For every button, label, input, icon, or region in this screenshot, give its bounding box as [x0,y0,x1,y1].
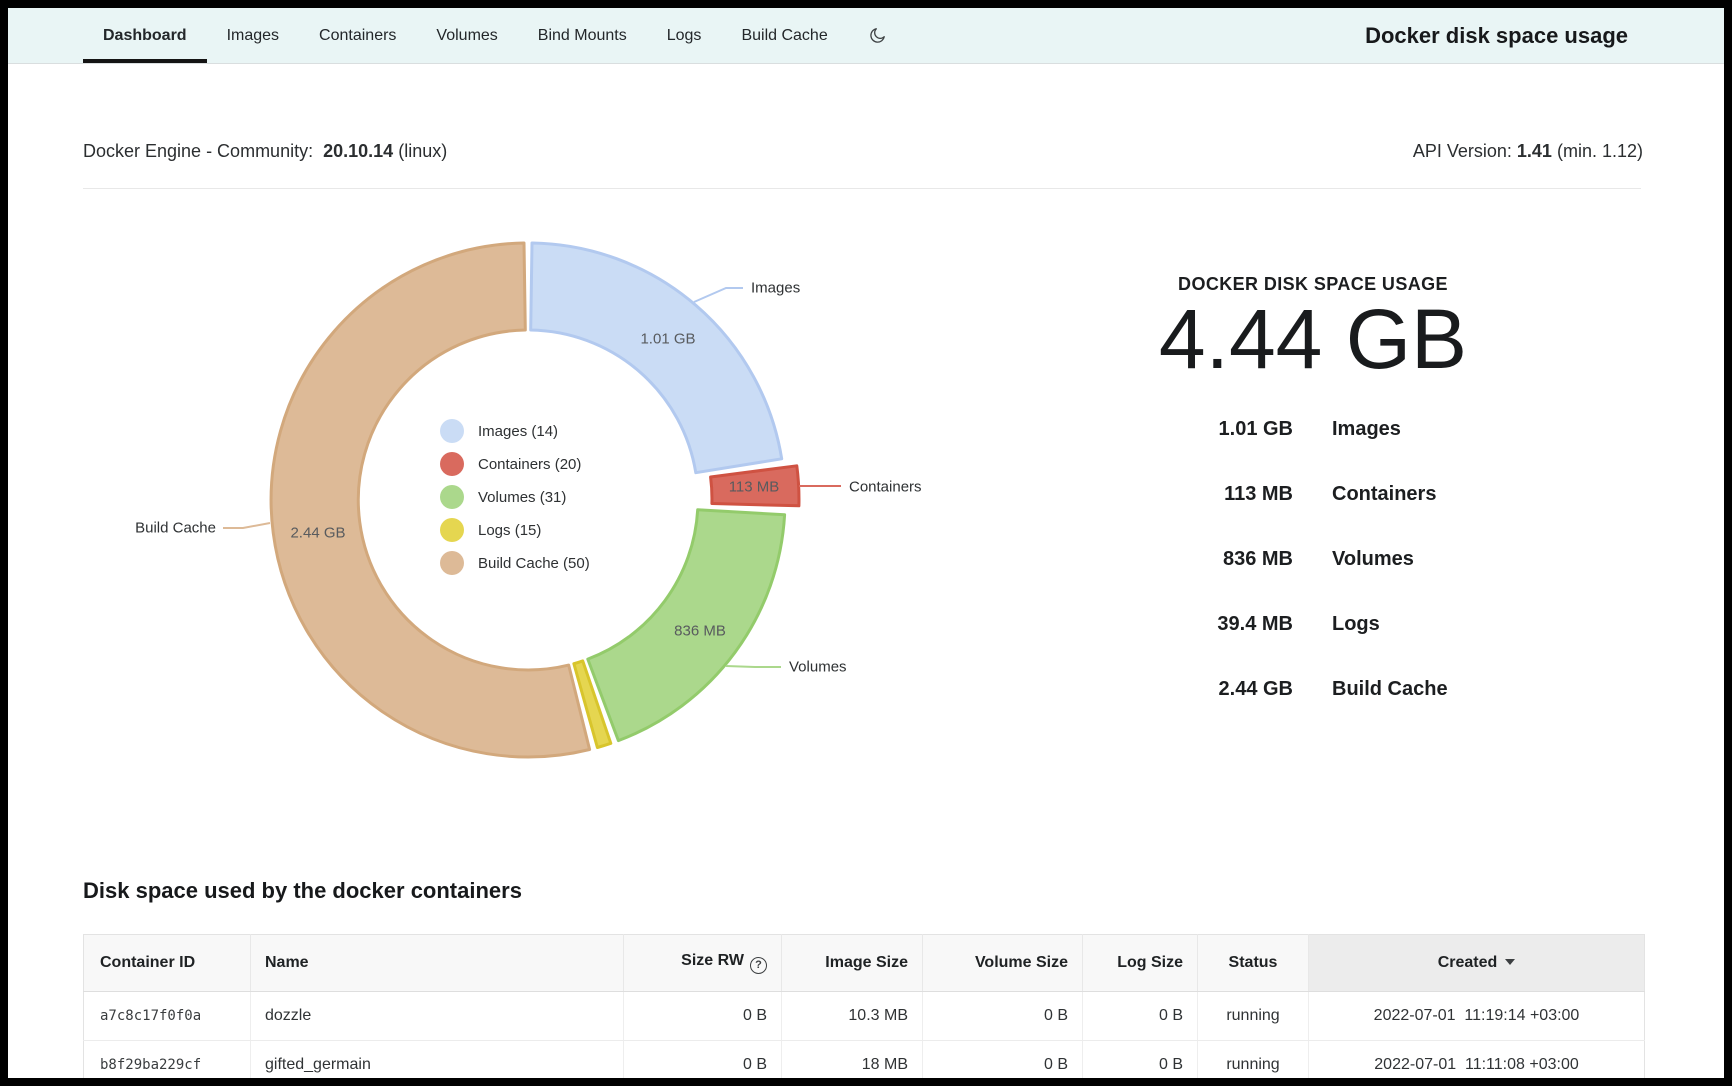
images-size-label: 1.01 GB [640,331,695,348]
usage-row-images: 1.01 GB Images [1083,397,1543,462]
container-name-cell: gifted_germain [251,1041,624,1086]
volume-size-cell: 0 B [923,992,1083,1041]
volume-size-cell: 0 B [923,1041,1083,1086]
legend-item-build-cache[interactable]: Build Cache (50) [440,551,590,575]
container-id-cell: a7c8c17f0f0a [84,992,251,1041]
image-size-cell: 18 MB [782,1041,923,1086]
size-rw-cell: 0 B [624,992,782,1041]
table-row: b8f29ba229cf gifted_germain 0 B 18 MB 0 … [84,1041,1645,1086]
volumes-callout-line [726,666,781,667]
images-callout-label: Images [751,280,800,297]
top-nav: Dashboard Images Containers Volumes Bind… [8,8,1724,64]
chart-legend: Images (14) Containers (20) Volumes (31)… [440,419,590,575]
engine-version-text: Docker Engine - Community: 20.10.14 (lin… [83,138,447,164]
containers-callout-label: Containers [849,479,922,496]
containers-table: Container ID Name Size RW? Image Size Vo… [83,934,1645,1086]
size-rw-cell: 0 B [624,1041,782,1086]
api-version: 1.41 [1517,141,1552,161]
volumes-size-label: 836 MB [674,623,726,640]
docker-disk-usage-app: Dashboard Images Containers Volumes Bind… [0,0,1732,1086]
created-cell: 2022-07-01 11:19:14 +03:00 [1309,992,1645,1041]
col-created[interactable]: Created [1309,935,1645,992]
disk-usage-chart-area: 1.01 GB 113 MB 836 MB 2.44 GB Images Con… [83,189,1641,879]
usage-rows: 1.01 GB Images 113 MB Containers 836 MB … [1083,397,1543,722]
legend-item-images[interactable]: Images (14) [440,419,590,443]
tab-dashboard[interactable]: Dashboard [83,8,207,63]
build-cache-legend-swatch [440,551,464,575]
tab-build-cache[interactable]: Build Cache [721,8,847,63]
usage-total: 4.44 GB [1083,289,1543,389]
log-size-cell: 0 B [1083,992,1198,1041]
tab-containers[interactable]: Containers [299,8,416,63]
volumes-legend-swatch [440,485,464,509]
usage-row-logs: 39.4 MB Logs [1083,592,1543,657]
table-header-row: Container ID Name Size RW? Image Size Vo… [84,935,1645,992]
volumes-callout-label: Volumes [789,659,847,676]
tab-volumes[interactable]: Volumes [416,8,517,63]
engine-platform: (linux) [398,141,447,161]
containers-legend-swatch [440,452,464,476]
app-title: Docker disk space usage [1365,8,1724,63]
container-name-cell: dozzle [251,992,624,1041]
col-log-size[interactable]: Log Size [1083,935,1198,992]
log-size-cell: 0 B [1083,1041,1198,1086]
images-callout-line [694,288,743,302]
tab-images[interactable]: Images [207,8,299,63]
col-volume-size[interactable]: Volume Size [923,935,1083,992]
col-image-size[interactable]: Image Size [782,935,923,992]
images-legend-swatch [440,419,464,443]
logs-legend-swatch [440,518,464,542]
col-status[interactable]: Status [1198,935,1309,992]
col-name[interactable]: Name [251,935,624,992]
legend-item-volumes[interactable]: Volumes (31) [440,485,590,509]
build-cache-callout-line [223,523,270,528]
tab-bind-mounts[interactable]: Bind Mounts [518,8,647,63]
sort-desc-icon [1505,959,1515,965]
containers-table-title: Disk space used by the docker containers [83,877,1644,905]
engine-info-row: Docker Engine - Community: 20.10.14 (lin… [83,138,1643,164]
created-cell: 2022-07-01 11:11:08 +03:00 [1309,1041,1645,1086]
col-size-rw[interactable]: Size RW? [624,935,782,992]
containers-table-section: Disk space used by the docker containers… [83,877,1644,1086]
size-rw-help-icon[interactable]: ? [750,957,767,974]
api-min-version: (min. 1.12) [1557,141,1643,161]
status-cell: running [1198,1041,1309,1086]
usage-row-volumes: 836 MB Volumes [1083,527,1543,592]
tab-logs[interactable]: Logs [647,8,722,63]
containers-size-label: 113 MB [729,479,780,496]
build-cache-callout-label: Build Cache [135,520,216,537]
engine-version: 20.10.14 [323,141,393,161]
usage-row-containers: 113 MB Containers [1083,462,1543,527]
legend-item-logs[interactable]: Logs (15) [440,518,590,542]
image-size-cell: 10.3 MB [782,992,923,1041]
status-cell: running [1198,992,1309,1041]
moon-icon [868,26,887,45]
dark-mode-toggle[interactable] [848,8,907,63]
table-row: a7c8c17f0f0a dozzle 0 B 10.3 MB 0 B 0 B … [84,992,1645,1041]
container-id-cell: b8f29ba229cf [84,1041,251,1086]
build-cache-size-label: 2.44 GB [290,525,345,542]
usage-row-build-cache: 2.44 GB Build Cache [1083,657,1543,722]
col-container-id[interactable]: Container ID [84,935,251,992]
legend-item-containers[interactable]: Containers (20) [440,452,590,476]
api-version-text: API Version: 1.41 (min. 1.12) [1413,138,1643,164]
